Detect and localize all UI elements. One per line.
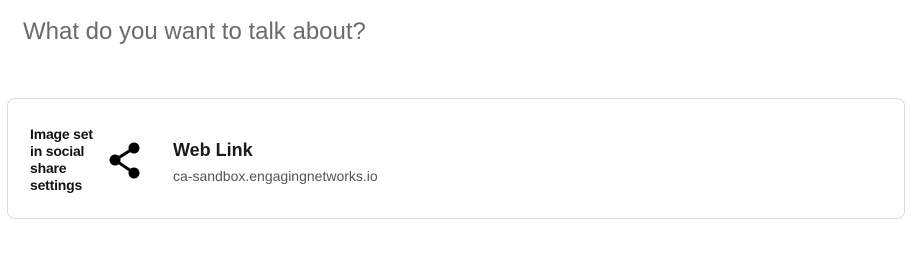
post-prompt-input[interactable]: What do you want to talk about? — [23, 16, 366, 48]
link-title: Web Link — [173, 140, 253, 160]
post-composer: What do you want to talk about? Image se… — [0, 0, 915, 256]
thumbnail-caption: Image set in social share settings — [30, 126, 93, 193]
share-icon — [109, 142, 140, 179]
link-preview-card[interactable]: Image set in social share settings Web L… — [7, 98, 905, 219]
link-domain: ca-sandbox.engagingnetworks.io — [173, 168, 378, 184]
link-preview-thumbnail: Image set in social share settings — [30, 126, 142, 196]
